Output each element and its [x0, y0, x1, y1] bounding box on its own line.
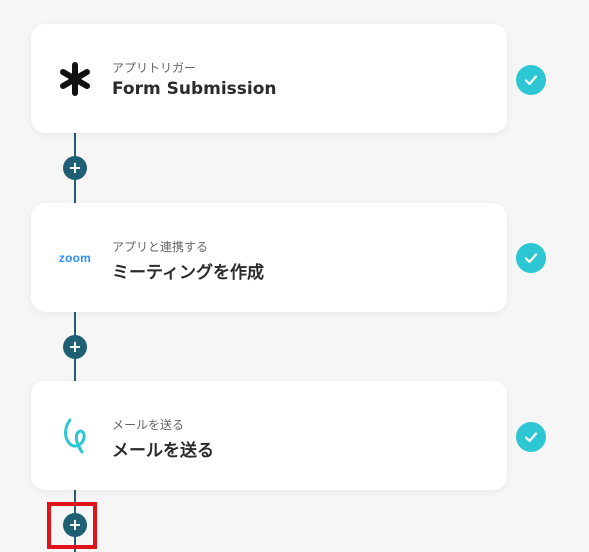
step-title: ミーティングを作成	[112, 263, 264, 283]
add-step-button[interactable]: +	[63, 156, 87, 180]
step-type-label: メールを送る	[112, 418, 185, 432]
check-icon	[516, 243, 546, 273]
step-card-zoom[interactable]: zoom アプリと連携する ミーティングを作成	[31, 203, 507, 312]
asterisk-icon	[55, 24, 95, 133]
step-card-mail[interactable]: メールを送る メールを送る	[31, 381, 507, 490]
check-icon	[516, 65, 546, 95]
step-title: メールを送る	[112, 441, 214, 461]
add-step-button[interactable]: +	[63, 335, 87, 359]
step-type-label: アプリトリガー	[112, 61, 197, 75]
mail-loop-icon	[55, 381, 95, 490]
step-title: Form Submission	[112, 79, 277, 99]
zoom-logo: zoom	[58, 250, 92, 265]
step-card-trigger[interactable]: アプリトリガー Form Submission	[31, 24, 507, 133]
check-icon	[516, 422, 546, 452]
step-type-label: アプリと連携する	[112, 240, 209, 254]
highlight-box	[47, 502, 97, 549]
